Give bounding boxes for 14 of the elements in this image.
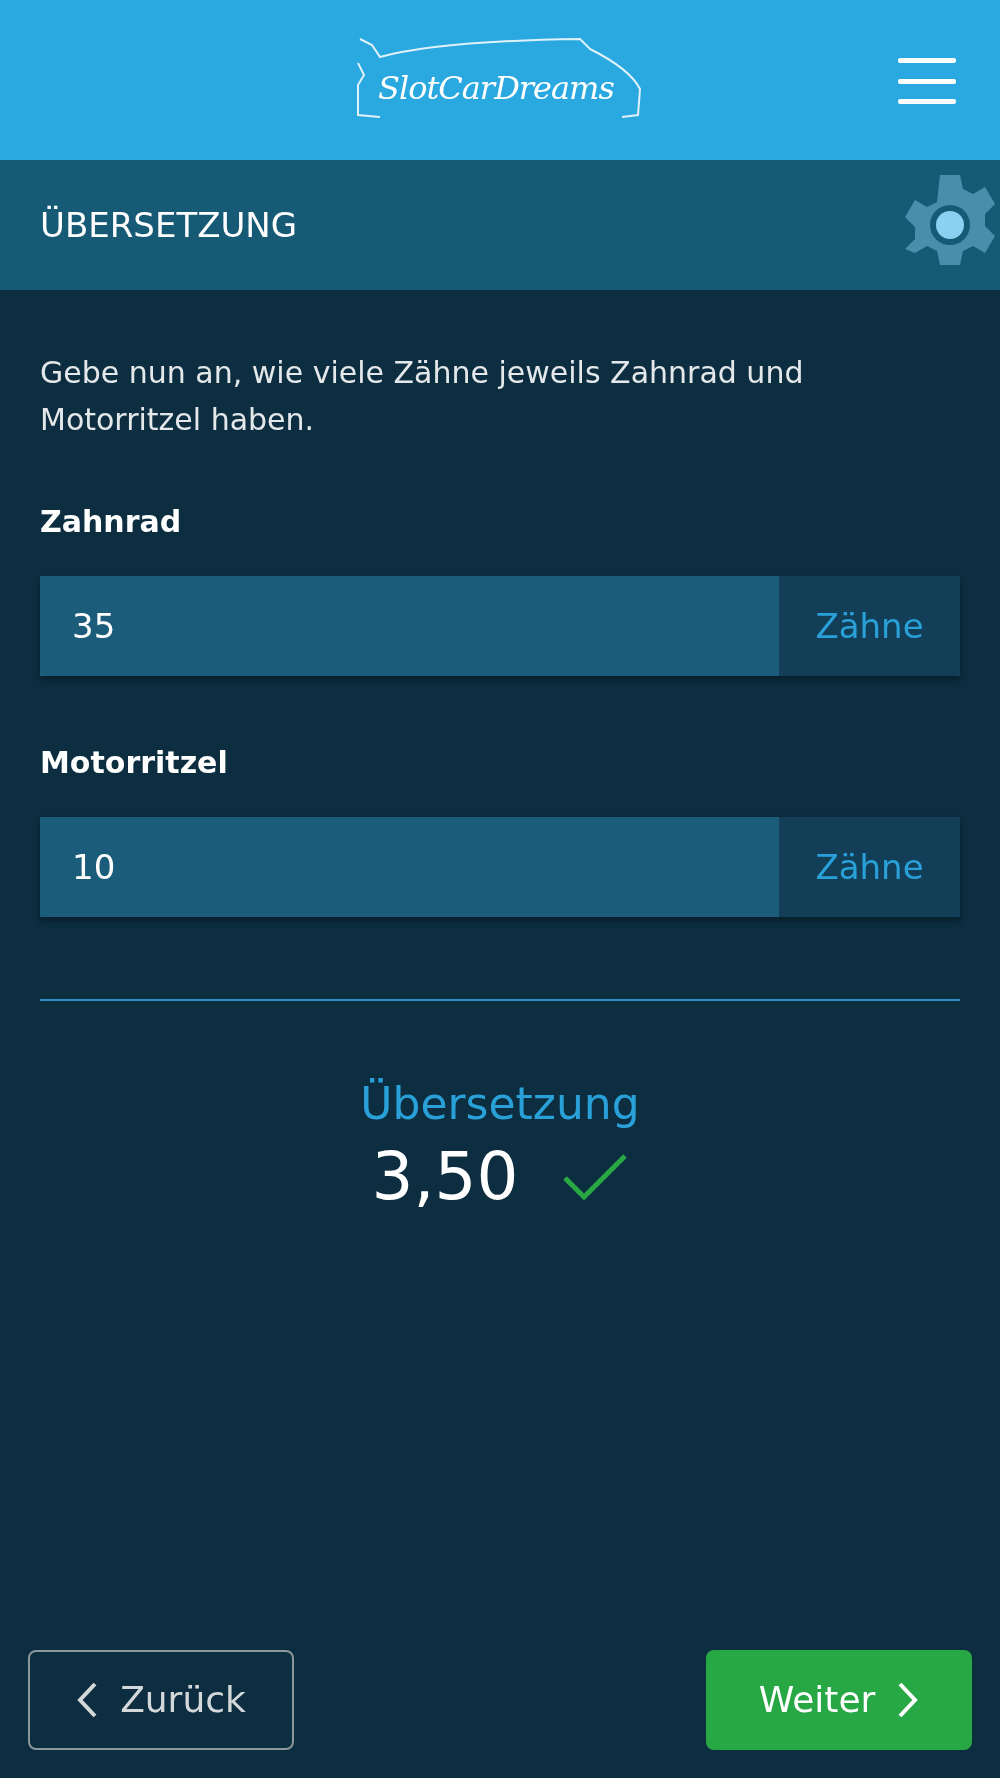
- back-button[interactable]: Zurück: [28, 1650, 294, 1750]
- chevron-right-icon: [897, 1682, 920, 1718]
- menu-button[interactable]: [898, 58, 956, 104]
- instruction-text: Gebe nun an, wie viele Zähne jeweils Zahnrad und Motorritzel haben.: [40, 354, 805, 439]
- field-label: Zahnrad: [40, 503, 183, 541]
- chevron-left-icon: [76, 1682, 99, 1718]
- field-label: Motorritzel: [40, 744, 229, 782]
- input-field[interactable]: 35: [40, 576, 779, 676]
- result-value: 3,50: [371, 1137, 519, 1217]
- section-title: ÜBERSETZUNG: [40, 203, 298, 247]
- result-label: Übersetzung: [359, 1077, 641, 1131]
- unit-label: Zähne: [779, 576, 960, 676]
- input-field[interactable]: 10: [40, 817, 779, 917]
- unit-label: Zähne: [779, 817, 960, 917]
